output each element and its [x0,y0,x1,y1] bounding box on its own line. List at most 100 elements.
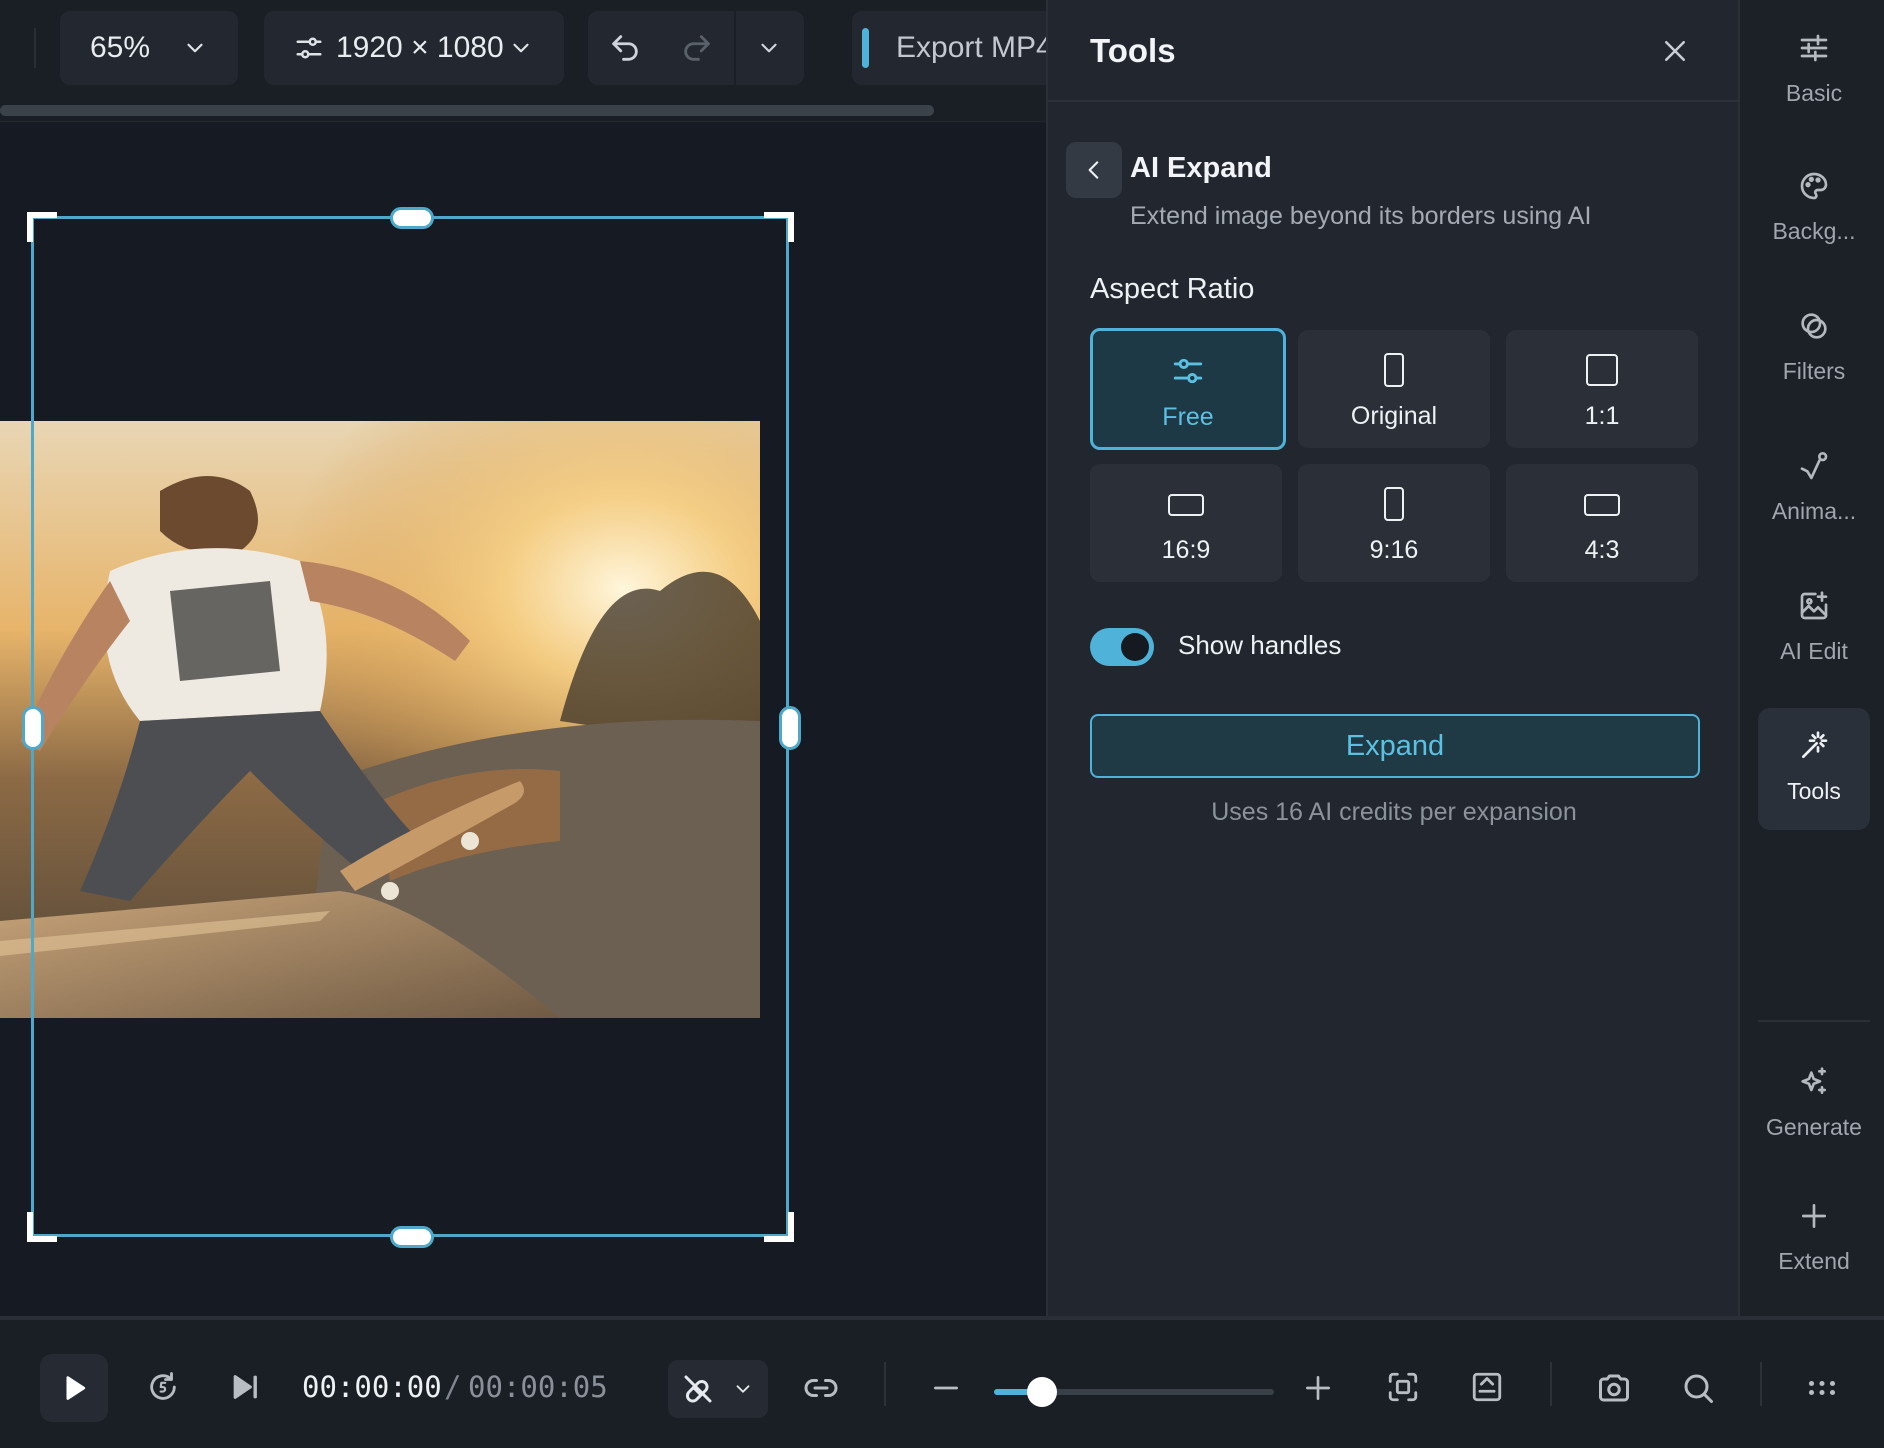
canvas-size-value: 1920 × 1080 [336,31,504,64]
expand-button[interactable]: Expand [1090,714,1700,778]
ratio-option-9-16[interactable]: 9:16 [1298,464,1490,582]
rail-label: Filters [1782,358,1846,384]
corner-handle-bottom-left[interactable] [27,1212,57,1242]
player-divider [1550,1362,1552,1406]
timeline-zoom-slider[interactable] [994,1377,1274,1407]
zoom-out-icon[interactable] [930,1372,962,1404]
ratio-option-16-9[interactable]: 16:9 [1090,464,1282,582]
play-button[interactable] [40,1354,108,1422]
corner-handle-top-right[interactable] [764,212,794,242]
portrait-rect-icon [1379,350,1409,390]
rail-item-animation[interactable]: Anima... [1758,418,1870,542]
snap-toggle[interactable] [668,1360,768,1418]
export-label: Export MP4 [896,31,1046,64]
chevron-down-icon [182,35,208,61]
skip-to-end-icon[interactable] [228,1370,262,1404]
toolbar-divider [34,28,36,68]
export-button[interactable]: Export MP4 [852,11,1046,85]
edge-handle-bottom[interactable] [390,1226,434,1248]
rail-label: Basic [1785,80,1843,106]
rail-label: AI Edit [1780,638,1848,664]
landscape-rect-icon [1166,484,1206,524]
tools-panel: Tools AI Expand Extend image beyond its … [1046,0,1740,1316]
show-handles-label: Show handles [1178,630,1342,660]
rail-item-extend[interactable]: Extend [1758,1168,1870,1292]
canvas-area: 65% 1920 × 1080 Export MP4 [0,0,1046,1316]
sliders-icon [1171,351,1205,391]
chevron-down-icon[interactable] [756,35,782,61]
ai-image-edit-icon [1798,588,1830,624]
undo-icon[interactable] [608,31,642,65]
section-subtitle: Extend image beyond its borders using AI [1130,202,1592,230]
rail-item-tools[interactable]: Tools [1758,708,1870,830]
history-divider [734,11,736,85]
rail-label: Extend [1778,1248,1850,1274]
rail-label: Tools [1787,778,1841,804]
horizontal-scrollbar[interactable] [0,105,934,116]
rail-label: Anima... [1771,498,1857,524]
export-accent-bar [862,28,869,68]
rail-label: Backg... [1772,218,1856,244]
more-options-icon[interactable] [1804,1370,1840,1406]
rail-item-ai-edit[interactable]: AI Edit [1758,558,1870,682]
aspect-ratio-title: Aspect Ratio [1090,273,1255,305]
top-toolbar: 65% 1920 × 1080 Export MP4 [0,0,1046,122]
player-divider [884,1362,886,1406]
magic-wand-icon [1798,728,1830,764]
ratio-label: Original [1350,402,1438,430]
credits-note: Uses 16 AI credits per expansion [1211,798,1577,826]
canvas-size-select[interactable]: 1920 × 1080 [264,11,564,85]
zoom-select[interactable]: 65% [60,11,238,85]
replay-5-icon[interactable] [146,1370,180,1404]
rail-item-generate[interactable]: Generate [1758,1034,1870,1158]
adjust-icon [294,33,324,63]
ratio-option-1-1[interactable]: 1:1 [1506,330,1698,448]
close-icon[interactable] [1660,36,1690,66]
history-group [588,11,804,85]
filters-icon [1798,308,1830,344]
chevron-down-icon [508,35,534,61]
camera-icon[interactable] [1596,1370,1632,1406]
section-title: AI Expand [1130,152,1272,184]
ratio-option-original[interactable]: Original [1298,330,1490,448]
total-time: 00:00:05 [468,1370,608,1404]
player-divider [1760,1362,1762,1406]
edge-handle-right[interactable] [779,706,801,750]
chevron-left-icon [1081,157,1107,183]
play-icon [59,1373,89,1403]
portrait-rect-icon [1379,484,1409,524]
rail-item-background[interactable]: Backg... [1758,138,1870,262]
ratio-label: 4:3 [1584,536,1620,564]
canvas-image[interactable] [0,421,760,1018]
back-button[interactable] [1066,142,1122,198]
show-handles-toggle[interactable] [1090,628,1154,666]
current-time: 00:00:00 [302,1370,442,1404]
fit-height-icon[interactable] [1470,1370,1504,1404]
ratio-label: 16:9 [1161,536,1211,564]
ratio-label: Free [1162,403,1214,431]
ratio-label: 1:1 [1584,402,1620,430]
right-rail: Basic Backg... Filters Anima... AI Edit … [1738,0,1884,1316]
rail-item-basic[interactable]: Basic [1758,0,1870,124]
rail-item-filters[interactable]: Filters [1758,278,1870,402]
edge-handle-left[interactable] [22,706,44,750]
corner-handle-top-left[interactable] [27,212,57,242]
toggle-knob [1121,633,1149,661]
panel-title: Tools [1090,32,1176,69]
corner-handle-bottom-right[interactable] [764,1212,794,1242]
ratio-option-free[interactable]: Free [1090,328,1286,450]
time-separator: / [444,1370,462,1404]
palette-icon [1798,168,1830,204]
link-icon[interactable] [803,1370,839,1406]
zoom-in-icon[interactable] [1302,1372,1334,1404]
edge-handle-top[interactable] [390,207,434,229]
zoom-value: 65% [90,31,151,64]
fit-to-screen-icon[interactable] [1386,1370,1420,1404]
ratio-label: 9:16 [1369,536,1419,564]
redo-icon[interactable] [680,31,714,65]
timeline-zoom-thumb[interactable] [1026,1377,1057,1407]
rail-label: Generate [1766,1114,1862,1140]
search-icon[interactable] [1680,1370,1716,1406]
player-bar: 00:00:00 / 00:00:05 [0,1316,1884,1448]
ratio-option-4-3[interactable]: 4:3 [1506,464,1698,582]
